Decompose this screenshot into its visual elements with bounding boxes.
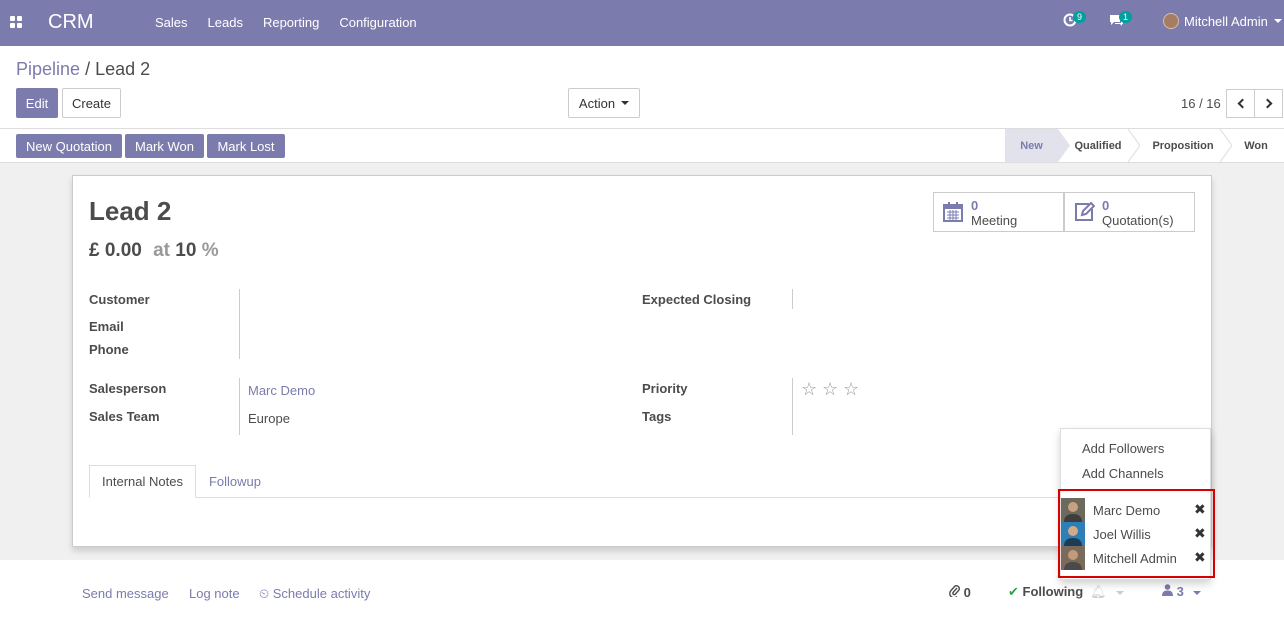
add-followers-item[interactable]: Add Followers xyxy=(1082,441,1164,456)
stage-arrow-active xyxy=(1058,129,1070,162)
followers-highlight-box xyxy=(1058,489,1215,578)
main-menu: Sales Leads Reporting Configuration xyxy=(155,15,437,30)
menu-item-reporting[interactable]: Reporting xyxy=(263,15,319,30)
breadcrumb-separator: / xyxy=(85,59,91,79)
quotations-label: Quotation(s) xyxy=(1102,213,1174,228)
attachments-button[interactable]: 0 xyxy=(949,584,971,600)
field-divider xyxy=(792,378,793,435)
sales-team-label: Sales Team xyxy=(89,409,160,424)
revenue-value[interactable]: £ 0.00 xyxy=(89,240,142,261)
pager-previous-button[interactable] xyxy=(1226,89,1255,118)
caret-down-icon xyxy=(1193,590,1202,595)
top-navbar: CRM Sales Leads Reporting Configuration … xyxy=(0,0,1284,46)
caret-down-icon xyxy=(621,101,630,105)
chevron-right-icon xyxy=(1262,98,1272,109)
clock-icon: ⏲ xyxy=(259,586,270,601)
field-divider xyxy=(239,378,240,435)
probability-value[interactable]: 10 xyxy=(175,240,196,261)
salesperson-field[interactable]: Marc Demo xyxy=(248,383,315,398)
at-label: at xyxy=(153,240,171,261)
messages-badge: 1 xyxy=(1119,11,1133,23)
check-icon: ✔ xyxy=(1008,584,1019,599)
messages-icon[interactable]: 1 xyxy=(1109,11,1133,31)
stage-proposition[interactable]: Proposition xyxy=(1143,129,1223,162)
menu-item-leads[interactable]: Leads xyxy=(208,15,243,30)
add-channels-item[interactable]: Add Channels xyxy=(1082,466,1164,481)
form-statusbar: New Quotation Mark Won Mark Lost New Qua… xyxy=(0,128,1284,163)
activity-icon[interactable]: 9 xyxy=(1063,11,1087,31)
following-label: Following xyxy=(1022,584,1084,599)
log-note-button[interactable]: Log note xyxy=(189,586,240,601)
priority-star-icon[interactable]: ☆ xyxy=(801,379,817,400)
attachments-count: 0 xyxy=(963,585,971,600)
meeting-count: 0 xyxy=(971,198,979,213)
caret-down-icon xyxy=(1116,590,1125,595)
breadcrumb-pipeline[interactable]: Pipeline xyxy=(16,59,80,79)
stage-won[interactable]: Won xyxy=(1234,129,1278,162)
priority-star-icon[interactable]: ☆ xyxy=(822,379,838,400)
lead-title[interactable]: Lead 2 xyxy=(89,196,171,227)
tags-label: Tags xyxy=(642,409,672,424)
quotations-smart-button[interactable]: 0 Quotation(s) xyxy=(1064,192,1195,232)
apps-menu-icon[interactable] xyxy=(10,16,22,28)
phone-label: Phone xyxy=(89,342,129,357)
followers-count: 3 xyxy=(1176,584,1184,599)
menu-item-sales[interactable]: Sales xyxy=(155,15,188,30)
meeting-label: Meeting xyxy=(971,213,1018,228)
send-message-button[interactable]: Send message xyxy=(82,586,169,601)
mark-lost-button[interactable]: Mark Lost xyxy=(207,134,285,158)
stage-qualified[interactable]: Qualified xyxy=(1070,129,1126,162)
stage-new[interactable]: New xyxy=(1005,129,1058,162)
field-divider xyxy=(792,289,793,309)
expected-closing-label: Expected Closing xyxy=(642,292,752,307)
expected-revenue: £ 0.00 at 10 % xyxy=(89,240,219,262)
subtypes-bell-button[interactable]: 🔔︎ xyxy=(1090,584,1125,600)
stage-arrow xyxy=(1220,129,1232,162)
sales-team-field[interactable]: Europe xyxy=(248,411,290,426)
schedule-activity-label: Schedule activity xyxy=(272,586,371,601)
tab-internal-notes[interactable]: Internal Notes xyxy=(89,465,196,498)
tab-followup[interactable]: Followup xyxy=(197,465,273,498)
user-menu[interactable]: Mitchell Admin xyxy=(1163,13,1282,29)
schedule-activity-button[interactable]: ⏲ Schedule activity xyxy=(259,586,370,602)
pager-next-button[interactable] xyxy=(1254,89,1283,118)
app-brand[interactable]: CRM xyxy=(48,11,94,34)
user-icon xyxy=(1162,584,1173,596)
percent-sign: % xyxy=(201,240,219,261)
mark-won-button[interactable]: Mark Won xyxy=(125,134,204,158)
create-button[interactable]: Create xyxy=(62,88,121,118)
followers-button[interactable]: 3 xyxy=(1162,584,1202,599)
caret-down-icon xyxy=(1273,19,1282,23)
salesperson-label: Salesperson xyxy=(89,381,167,396)
customer-label: Customer xyxy=(89,292,150,307)
activity-badge: 9 xyxy=(1073,11,1087,23)
bell-icon: 🔔︎ xyxy=(1090,584,1107,599)
priority-label: Priority xyxy=(642,381,688,396)
edit-button[interactable]: Edit xyxy=(16,88,58,118)
pager-value[interactable]: 16 / 16 xyxy=(1181,96,1221,111)
field-divider xyxy=(239,289,240,359)
following-button[interactable]: ✔ Following xyxy=(1008,584,1083,600)
breadcrumb-current: Lead 2 xyxy=(95,59,151,79)
edit-icon xyxy=(1075,201,1095,221)
meeting-smart-button[interactable]: 0 Meeting xyxy=(933,192,1064,232)
menu-item-configuration[interactable]: Configuration xyxy=(339,15,416,30)
stage-arrow xyxy=(1128,129,1140,162)
paperclip-icon xyxy=(949,585,960,599)
priority-star-icon[interactable]: ☆ xyxy=(843,379,859,400)
breadcrumb: Pipeline / Lead 2 xyxy=(16,59,150,80)
user-name: Mitchell Admin xyxy=(1184,13,1268,29)
chevron-left-icon xyxy=(1237,98,1247,109)
quotations-count: 0 xyxy=(1102,198,1110,213)
calendar-icon xyxy=(943,202,963,222)
new-quotation-button[interactable]: New Quotation xyxy=(16,134,122,158)
user-avatar xyxy=(1163,13,1179,29)
action-label: Action xyxy=(578,95,616,111)
action-dropdown[interactable]: Action xyxy=(568,88,640,118)
email-label: Email xyxy=(89,319,124,334)
